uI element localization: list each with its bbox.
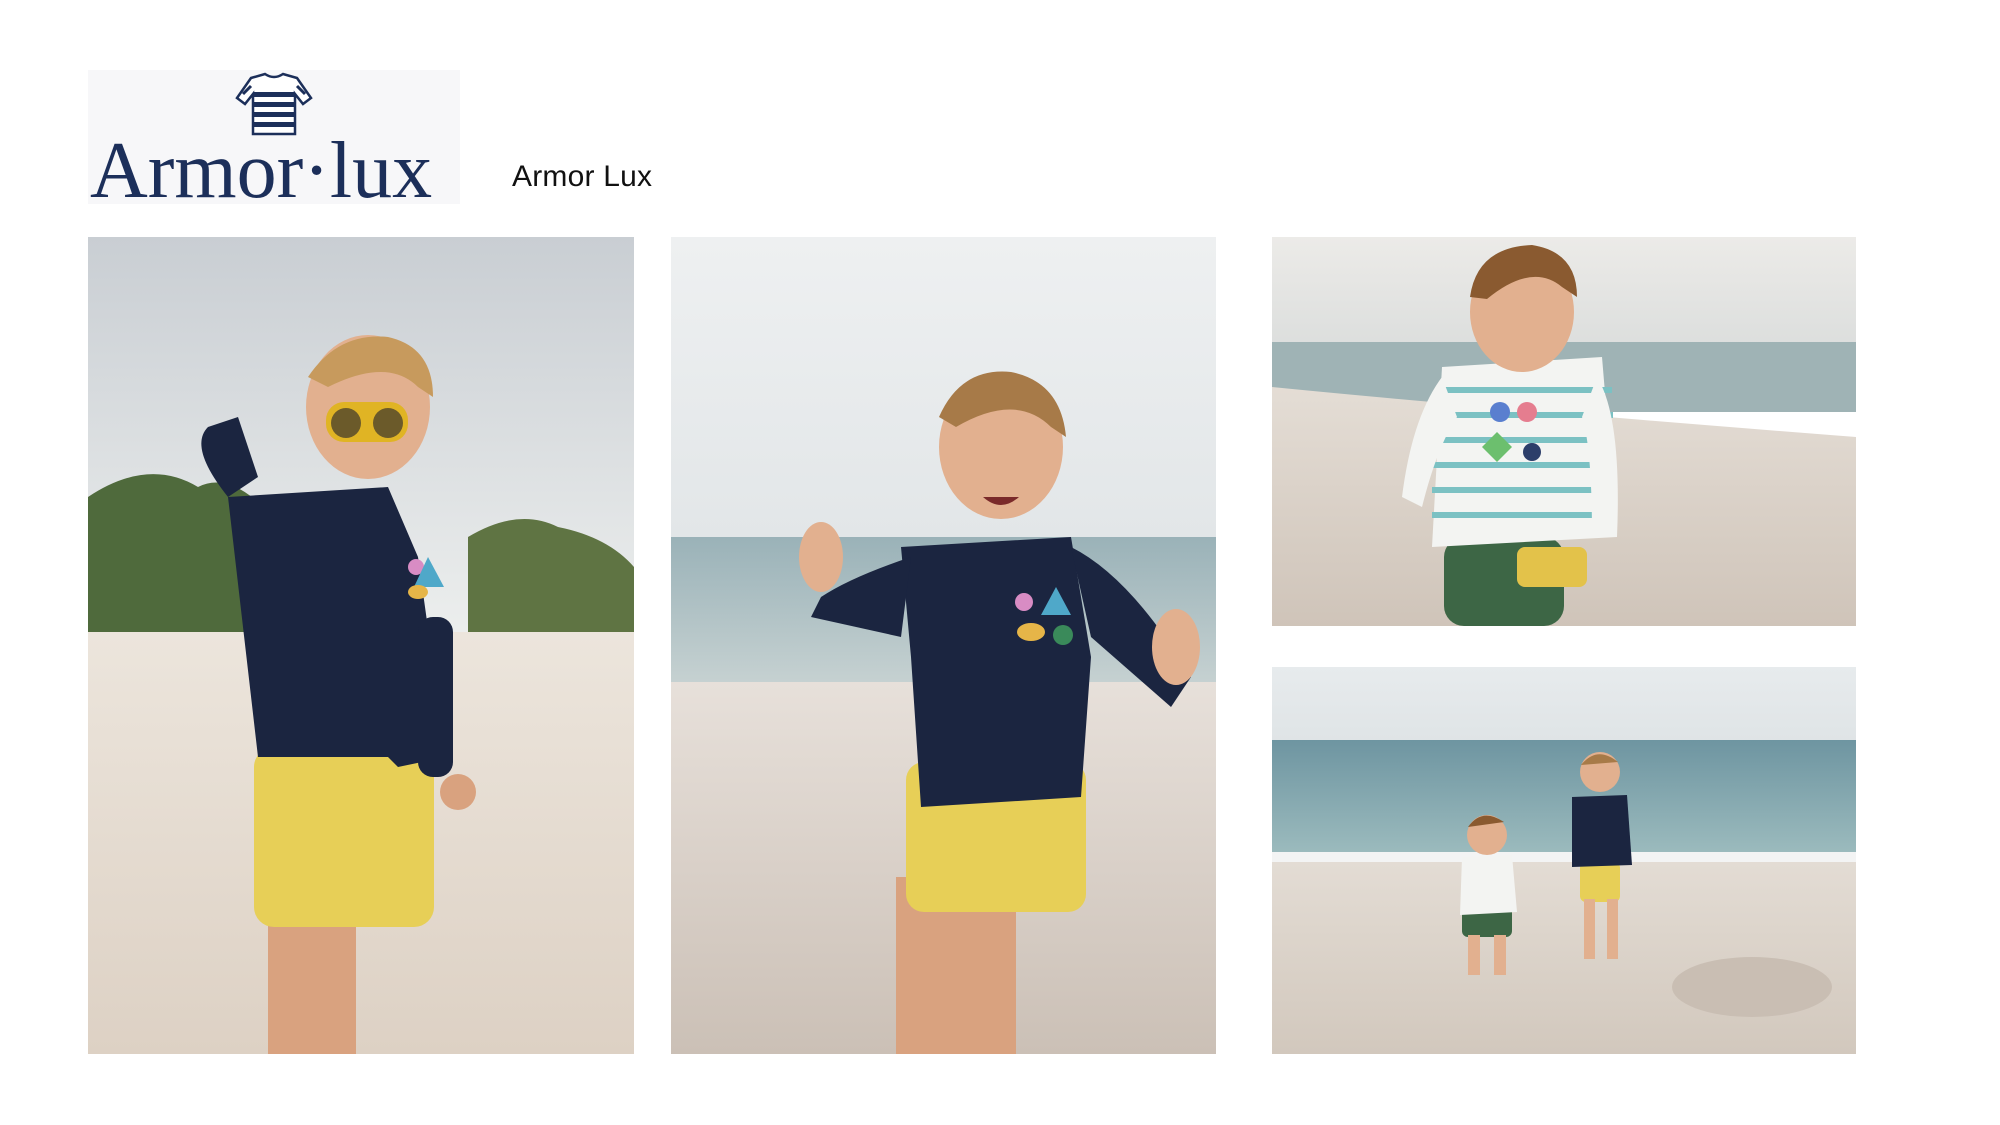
brand-name: Armor Lux — [512, 160, 653, 193]
brand-logo[interactable]: Armor·lux — [88, 70, 460, 204]
photo-two-boys-playing[interactable] — [1272, 667, 1856, 1054]
photo-boy-binoculars[interactable] — [88, 237, 634, 1054]
photo-toddler-striped-shirt[interactable] — [1272, 237, 1856, 626]
photo-boy-waving[interactable] — [671, 237, 1216, 1054]
logo-wordmark: Armor·lux — [90, 127, 432, 204]
